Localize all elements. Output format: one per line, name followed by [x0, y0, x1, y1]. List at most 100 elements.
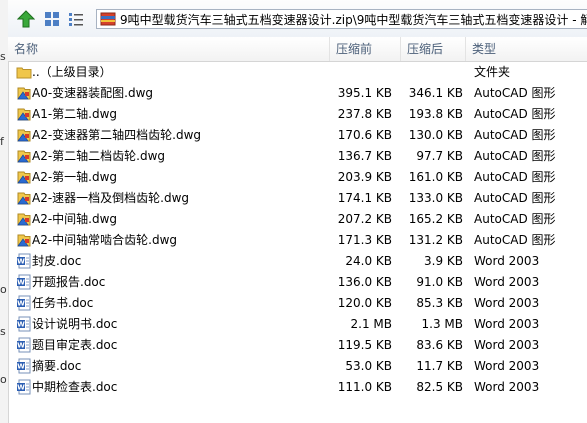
toolbar: 9吨中型载货汽车三轴式五档变速器设计.zip\9吨中型载货汽车三轴式五档变速器设… [8, 0, 587, 38]
file-size: 136.7 KB [337, 149, 392, 163]
view-details-button[interactable] [42, 9, 62, 29]
file-name: 封皮.doc [32, 254, 82, 268]
file-name: A2-第一轴.dwg [32, 170, 118, 184]
file-row[interactable]: W 设计说明书.doc 2.1 MB 1.3 MB Word 2003 [8, 314, 587, 335]
folder-icon [16, 64, 32, 80]
file-packed-size: 97.7 KB [416, 149, 463, 163]
file-row[interactable]: W 任务书.doc 120.0 KB 85.3 KB Word 2003 [8, 293, 587, 314]
column-name-header[interactable]: 名称 [8, 37, 330, 61]
file-packed-size: 161.0 KB [408, 170, 463, 184]
file-type: AutoCAD 图形 [474, 212, 556, 226]
file-type: Word 2003 [474, 296, 540, 310]
word-doc-icon: W [16, 295, 32, 311]
column-size-header[interactable]: 压缩前 [330, 37, 401, 61]
file-name: 任务书.doc [32, 296, 94, 310]
file-type: AutoCAD 图形 [474, 107, 556, 121]
file-size: 24.0 KB [345, 254, 392, 268]
file-row[interactable]: W 摘要.doc 53.0 KB 11.7 KB Word 2003 [8, 356, 587, 377]
up-arrow-icon [17, 10, 35, 28]
file-row[interactable]: A2-速器一档及倒档齿轮.dwg 174.1 KB 133.0 KB AutoCAD … [8, 188, 587, 209]
file-row[interactable]: W 封皮.doc 24.0 KB 3.9 KB Word 2003 [8, 251, 587, 272]
list-view-icon [69, 13, 83, 26]
file-row[interactable]: ..（上级目录） 文件夹 [8, 62, 587, 83]
file-name: A2-速器一档及倒档齿轮.dwg [32, 191, 190, 205]
file-size: 111.0 KB [337, 380, 392, 394]
file-packed-size: 1.3 MB [421, 317, 463, 331]
file-type: AutoCAD 图形 [474, 149, 556, 163]
file-packed-size: 193.8 KB [408, 107, 463, 121]
file-name: 题目审定表.doc [32, 338, 118, 352]
file-packed-size: 91.0 KB [416, 275, 463, 289]
file-type: Word 2003 [474, 275, 540, 289]
file-size: 174.1 KB [337, 191, 392, 205]
file-row[interactable]: A2-中间轴.dwg 207.2 KB 165.2 KB AutoCAD 图形 [8, 209, 587, 230]
file-packed-size: 83.6 KB [416, 338, 463, 352]
column-type-header[interactable]: 类型 [466, 37, 587, 61]
dwg-file-icon [16, 85, 32, 101]
file-name: ..（上级目录） [32, 65, 112, 79]
file-name: A0-变速器装配图.dwg [32, 86, 154, 100]
address-path: 9吨中型载货汽车三轴式五档变速器设计.zip\9吨中型载货汽车三轴式五档变速器设… [120, 12, 587, 27]
file-type: Word 2003 [474, 359, 540, 373]
file-type: AutoCAD 图形 [474, 191, 556, 205]
file-name: 设计说明书.doc [32, 317, 118, 331]
file-packed-size: 131.2 KB [408, 233, 463, 247]
file-name: A2-第二轴二档齿轮.dwg [32, 149, 166, 163]
dwg-file-icon [16, 232, 32, 248]
file-row[interactable]: A0-变速器装配图.dwg 395.1 KB 346.1 KB AutoCAD 图形 [8, 83, 587, 104]
file-packed-size: 11.7 KB [416, 359, 463, 373]
file-packed-size: 3.9 KB [424, 254, 463, 268]
dwg-file-icon [16, 106, 32, 122]
archive-icon [100, 12, 116, 26]
address-bar[interactable]: 9吨中型载货汽车三轴式五档变速器设计.zip\9吨中型载货汽车三轴式五档变速器设… [96, 9, 587, 29]
file-type: AutoCAD 图形 [474, 128, 556, 142]
column-packed-header[interactable]: 压缩后 [401, 37, 466, 61]
file-name: 摘要.doc [32, 359, 82, 373]
file-row[interactable]: W 题目审定表.doc 119.5 KB 83.6 KB Word 2003 [8, 335, 587, 356]
file-packed-size: 133.0 KB [408, 191, 463, 205]
dwg-file-icon [16, 211, 32, 227]
file-row[interactable]: A2-第一轴.dwg 203.9 KB 161.0 KB AutoCAD 图形 [8, 167, 587, 188]
file-packed-size: 82.5 KB [416, 380, 463, 394]
file-row[interactable]: W 中期检查表.doc 111.0 KB 82.5 KB Word 2003 [8, 377, 587, 398]
file-row[interactable]: A2-中间轴常啮合齿轮.dwg 171.3 KB 131.2 KB AutoCAD 图… [8, 230, 587, 251]
file-packed-size: 130.0 KB [408, 128, 463, 142]
file-name: A2-变速器第二轴四档齿轮.dwg [32, 128, 202, 142]
dwg-file-icon [16, 169, 32, 185]
file-type: AutoCAD 图形 [474, 86, 556, 100]
svg-text:W: W [17, 384, 25, 392]
file-row[interactable]: A2-第二轴二档齿轮.dwg 136.7 KB 97.7 KB AutoCAD 图形 [8, 146, 587, 167]
file-size: 136.0 KB [337, 275, 392, 289]
file-row[interactable]: A2-变速器第二轴四档齿轮.dwg 170.6 KB 130.0 KB AutoCAD… [8, 125, 587, 146]
file-name: A2-中间轴常啮合齿轮.dwg [32, 233, 178, 247]
file-type: Word 2003 [474, 380, 540, 394]
svg-text:W: W [17, 279, 25, 287]
svg-text:W: W [17, 258, 25, 266]
file-packed-size: 346.1 KB [408, 86, 463, 100]
file-type: Word 2003 [474, 317, 540, 331]
word-doc-icon: W [16, 379, 32, 395]
file-size: 120.0 KB [337, 296, 392, 310]
file-size: 2.1 MB [350, 317, 392, 331]
view-list-button[interactable] [66, 9, 86, 29]
svg-text:W: W [17, 363, 25, 371]
file-size: 171.3 KB [337, 233, 392, 247]
file-type: Word 2003 [474, 338, 540, 352]
file-packed-size: 165.2 KB [408, 212, 463, 226]
file-type: 文件夹 [474, 65, 511, 79]
dwg-file-icon [16, 127, 32, 143]
file-type: AutoCAD 图形 [474, 170, 556, 184]
column-header: 名称 压缩前 压缩后 类型 [8, 37, 587, 62]
word-doc-icon: W [16, 358, 32, 374]
word-doc-icon: W [16, 274, 32, 290]
svg-text:W: W [17, 300, 25, 308]
file-size: 203.9 KB [337, 170, 392, 184]
word-doc-icon: W [16, 316, 32, 332]
file-name: A1-第二轴.dwg [32, 107, 118, 121]
up-folder-button[interactable] [16, 9, 36, 29]
file-row[interactable]: A1-第二轴.dwg 237.8 KB 193.8 KB AutoCAD 图形 [8, 104, 587, 125]
file-name: 开题报告.doc [32, 275, 106, 289]
file-type: Word 2003 [474, 254, 540, 268]
file-row[interactable]: W 开题报告.doc 136.0 KB 91.0 KB Word 2003 [8, 272, 587, 293]
word-doc-icon: W [16, 253, 32, 269]
